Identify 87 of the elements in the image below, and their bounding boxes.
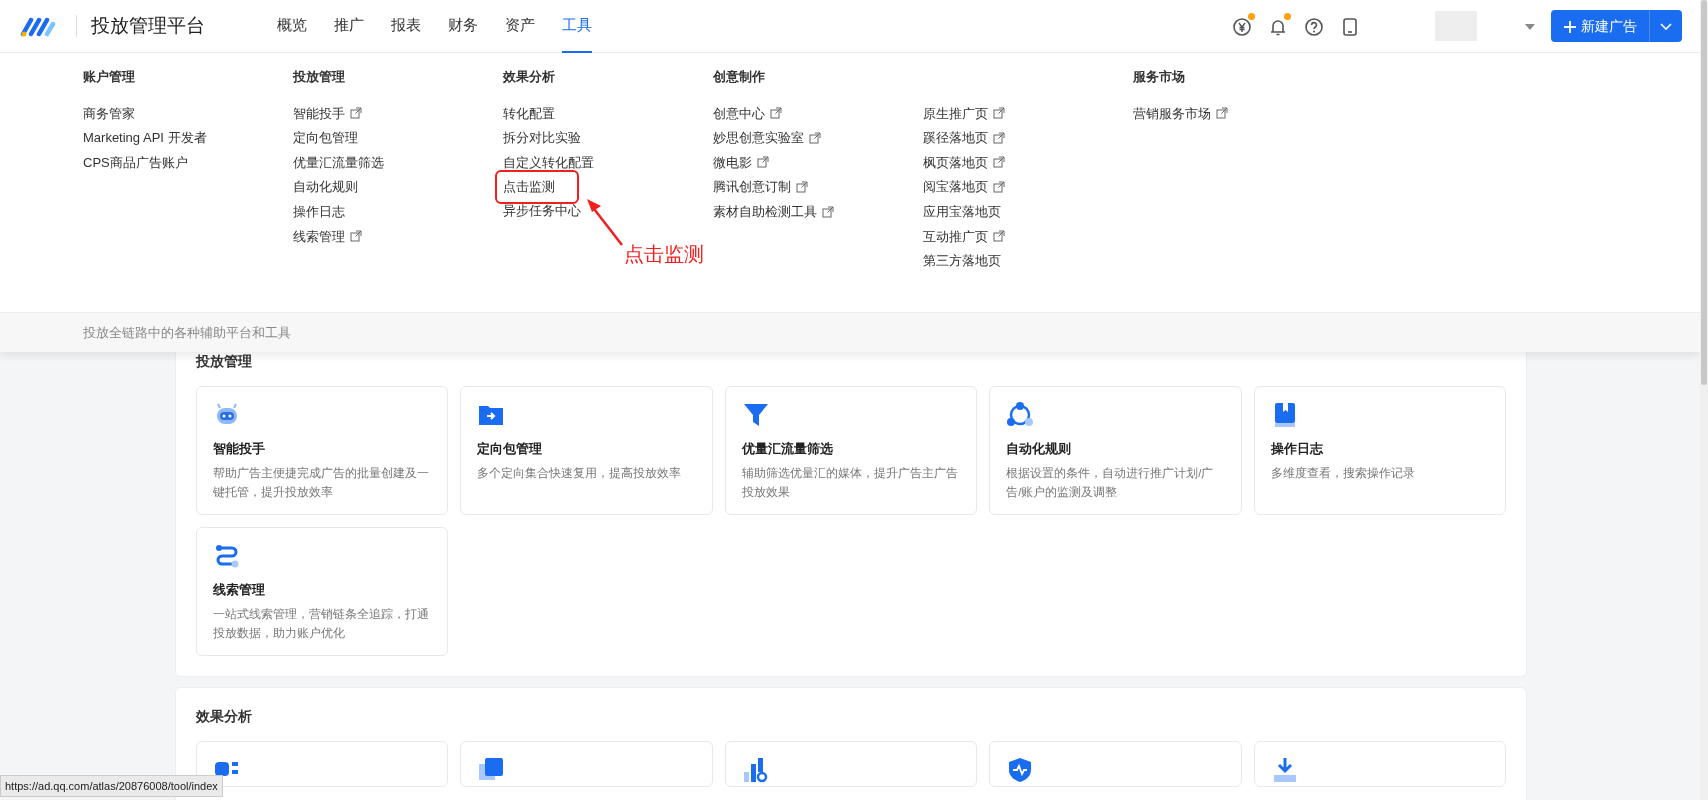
- menu-link[interactable]: 智能投手: [293, 101, 503, 126]
- card-title: 智能投手: [213, 440, 266, 458]
- tool-card[interactable]: 自动化规则 根据设置的条件，自动进行推广计划/广告/账户的监测及调整: [989, 386, 1242, 515]
- menu-heading: 账户管理: [83, 68, 136, 86]
- menu-footer-text: 投放全链路中的各种辅助平台和工具: [0, 312, 1700, 352]
- menu-link[interactable]: 腾讯创意订制: [713, 174, 923, 200]
- external-link-icon: [1216, 107, 1228, 120]
- card-description: 多个定向集合快速复用，提高投放效率: [477, 465, 683, 481]
- nav-tab[interactable]: 报表: [391, 0, 421, 53]
- annotation-arrow: [587, 199, 623, 246]
- notification-dot: [1284, 13, 1291, 20]
- card-description: 帮助广告主便捷完成广告的批量创建及一键托管，提升投放效率: [213, 465, 430, 500]
- bar-chart-icon: [741, 756, 770, 784]
- card-title: 自动化规则: [1006, 440, 1073, 458]
- yen-icon[interactable]: [1232, 16, 1252, 37]
- tool-card[interactable]: 定向包管理 多个定向集合快速复用，提高投放效率: [460, 386, 713, 515]
- external-link-icon: [770, 107, 782, 120]
- menu-link[interactable]: 原生推广页: [923, 101, 1133, 126]
- menu-heading: 服务市场: [1133, 68, 1186, 86]
- caret-icon[interactable]: [1525, 23, 1535, 30]
- section-title: 效果分析: [196, 707, 253, 726]
- card-title: 定向包管理: [477, 440, 544, 458]
- menu-heading: 创意制作: [713, 68, 766, 86]
- card-description: 根据设置的条件，自动进行推广计划/广告/账户的监测及调整: [1006, 465, 1215, 500]
- card-title: 操作日志: [1270, 440, 1324, 458]
- menu-link[interactable]: 蹊径落地页: [923, 125, 1133, 151]
- external-link-icon: [993, 181, 1005, 194]
- external-link-icon: [993, 230, 1005, 243]
- tool-card[interactable]: 智能投手 帮助广告主便捷完成广告的批量创建及一键托管，提升投放效率: [196, 386, 449, 515]
- external-link-icon: [796, 181, 808, 194]
- card-title: 优量汇流量筛选: [741, 440, 834, 458]
- external-link-icon: [350, 230, 362, 243]
- route-icon: [213, 542, 241, 570]
- menu-link[interactable]: 素材自助检测工具: [713, 199, 923, 224]
- funnel-icon: [741, 401, 770, 429]
- external-link-icon: [350, 107, 362, 120]
- external-link-icon: [809, 131, 821, 144]
- menu-link[interactable]: 创意中心: [713, 101, 923, 126]
- menu-link[interactable]: 商务管家: [83, 101, 293, 126]
- tool-card[interactable]: 线索管理 一站式线索管理，营销链条全追踪，打通投放数据，助力账户优化: [196, 527, 449, 656]
- notification-dot: [1248, 13, 1255, 20]
- card-description: 辅助筛选优量汇的媒体，提升广告主广告投放效果: [741, 465, 959, 500]
- external-link-icon: [993, 156, 1005, 169]
- tablet-icon[interactable]: [1340, 16, 1360, 37]
- nav-tab[interactable]: 推广: [334, 0, 364, 53]
- menu-link[interactable]: 妙思创意实验室: [713, 125, 923, 151]
- nav-tab[interactable]: 资产: [505, 0, 535, 53]
- menu-link[interactable]: 枫页落地页: [923, 150, 1133, 175]
- new-ad-button[interactable]: 新建广告: [1551, 10, 1649, 42]
- menu-link[interactable]: 拆分对比实验: [503, 125, 713, 151]
- menu-link[interactable]: Marketing API 开发者: [83, 125, 293, 151]
- menu-link[interactable]: 定向包管理: [293, 125, 503, 151]
- menu-link[interactable]: 营销服务市场: [1133, 101, 1343, 126]
- nodes-icon: [1006, 401, 1035, 429]
- menu-link[interactable]: 应用宝落地页: [923, 199, 1133, 224]
- annotation-label: 点击监测: [624, 242, 704, 267]
- tool-card[interactable]: [460, 741, 713, 787]
- tool-card[interactable]: [989, 741, 1242, 787]
- card-description: 多维度查看，搜索操作记录: [1270, 465, 1416, 481]
- card-title: 线索管理: [213, 581, 266, 599]
- card-description: 一站式线索管理，营销链条全追踪，打通投放数据，助力账户优化: [213, 606, 430, 641]
- menu-heading: 效果分析: [503, 68, 556, 86]
- nav-tab[interactable]: 概览: [277, 0, 307, 53]
- help-icon[interactable]: [1304, 16, 1324, 37]
- platform-title: 投放管理平台: [76, 15, 205, 37]
- menu-link[interactable]: 阅宝落地页: [923, 174, 1133, 200]
- external-link-icon: [993, 131, 1005, 144]
- tool-card[interactable]: 操作日志 多维度查看，搜索操作记录: [1253, 386, 1506, 515]
- menu-link[interactable]: 微电影: [713, 150, 923, 175]
- dropdown-button[interactable]: [1649, 10, 1682, 42]
- external-link-icon: [822, 205, 834, 218]
- menu-link[interactable]: 线索管理: [293, 223, 503, 249]
- menu-link[interactable]: 转化配置: [503, 101, 713, 126]
- external-link-icon: [993, 107, 1005, 120]
- tool-card[interactable]: 优量汇流量筛选 辅助筛选优量汇的媒体，提升广告主广告投放效果: [724, 386, 978, 515]
- section-title: 投放管理: [196, 352, 253, 371]
- nav-tab[interactable]: 财务: [448, 0, 478, 53]
- menu-link[interactable]: CPS商品广告账户: [83, 150, 293, 175]
- menu-heading: 投放管理: [293, 68, 346, 86]
- menu-link[interactable]: 互动推广页: [923, 223, 1133, 249]
- external-link-icon: [757, 156, 769, 169]
- menu-link[interactable]: 第三方落地页: [923, 248, 1133, 274]
- scrollbar-thumb[interactable]: [1701, 0, 1707, 385]
- chevron-down-icon: [1660, 22, 1672, 31]
- plus-icon: [1563, 19, 1577, 34]
- status-url-tooltip: https://ad.qq.com/atlas/20876008/tool/index: [0, 774, 223, 797]
- menu-link[interactable]: 操作日志: [293, 199, 503, 224]
